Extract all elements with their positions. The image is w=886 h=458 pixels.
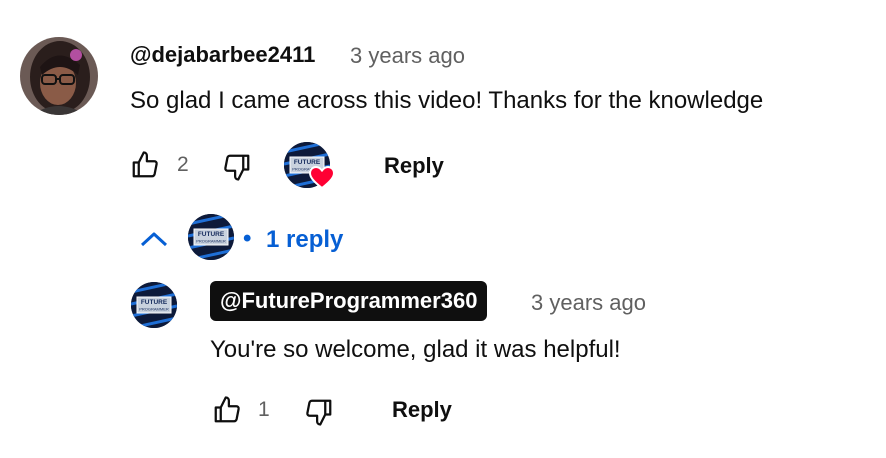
comment-timestamp[interactable]: 3 years ago xyxy=(350,43,465,69)
avatar-logo-subtext: PROGRAMMER xyxy=(196,239,226,244)
avatar-logo-text: FUTURE xyxy=(141,299,168,306)
comment-text: So glad I came across this video! Thanks… xyxy=(130,87,764,114)
reply-dislike-button[interactable] xyxy=(304,397,334,427)
reply-reply-button[interactable]: Reply xyxy=(392,397,452,423)
reply-separator: • xyxy=(243,225,252,252)
thumbs-up-icon xyxy=(132,151,158,178)
heart-icon xyxy=(309,166,335,190)
dislike-button[interactable] xyxy=(222,152,252,182)
avatar-logo-subtext: PROGRAMMER xyxy=(139,307,169,312)
replier-avatar[interactable]: FUTURE PROGRAMMER xyxy=(131,282,177,328)
replier-preview-avatar: FUTURE PROGRAMMER xyxy=(188,214,234,260)
reply-timestamp[interactable]: 3 years ago xyxy=(531,290,646,316)
replies-count-link[interactable]: 1 reply xyxy=(266,226,343,254)
avatar-logo-text: FUTURE xyxy=(198,231,225,238)
reply-text: You're so welcome, glad it was helpful! xyxy=(210,336,621,363)
chevron-up-icon xyxy=(140,232,168,247)
collapse-replies-button[interactable] xyxy=(140,230,168,248)
reply-author-badge[interactable]: @FutureProgrammer360 xyxy=(210,281,488,321)
like-count: 2 xyxy=(177,153,189,176)
avatar-logo-text: FUTURE xyxy=(294,159,321,166)
thumbs-down-icon xyxy=(306,399,332,426)
like-button[interactable] xyxy=(130,150,160,180)
thumbs-down-icon xyxy=(224,154,250,181)
reply-button[interactable]: Reply xyxy=(384,153,444,179)
commenter-avatar[interactable] xyxy=(20,37,98,115)
comment-author[interactable]: @dejabarbee2411 xyxy=(130,42,315,68)
thumbs-up-icon xyxy=(214,396,240,423)
reply-like-button[interactable] xyxy=(212,395,242,425)
reply-like-count: 1 xyxy=(258,398,270,421)
